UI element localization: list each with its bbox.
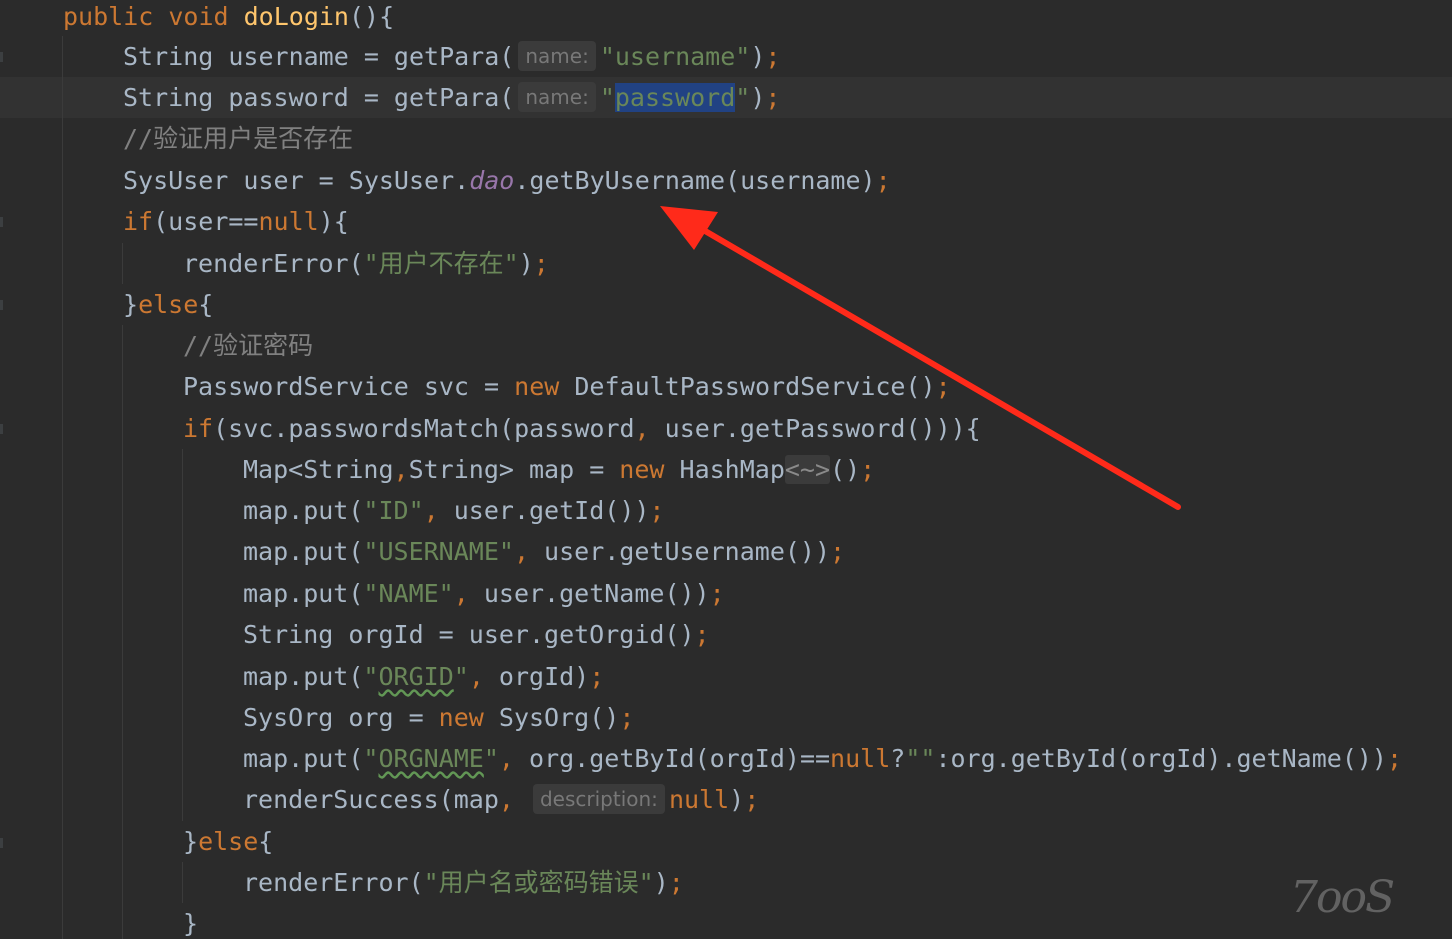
code-editor[interactable]: public void doLogin(){String username = … (0, 0, 1452, 939)
red-arrow-annotation (660, 206, 1181, 510)
watermark-logo: 7ooS (1290, 872, 1395, 923)
